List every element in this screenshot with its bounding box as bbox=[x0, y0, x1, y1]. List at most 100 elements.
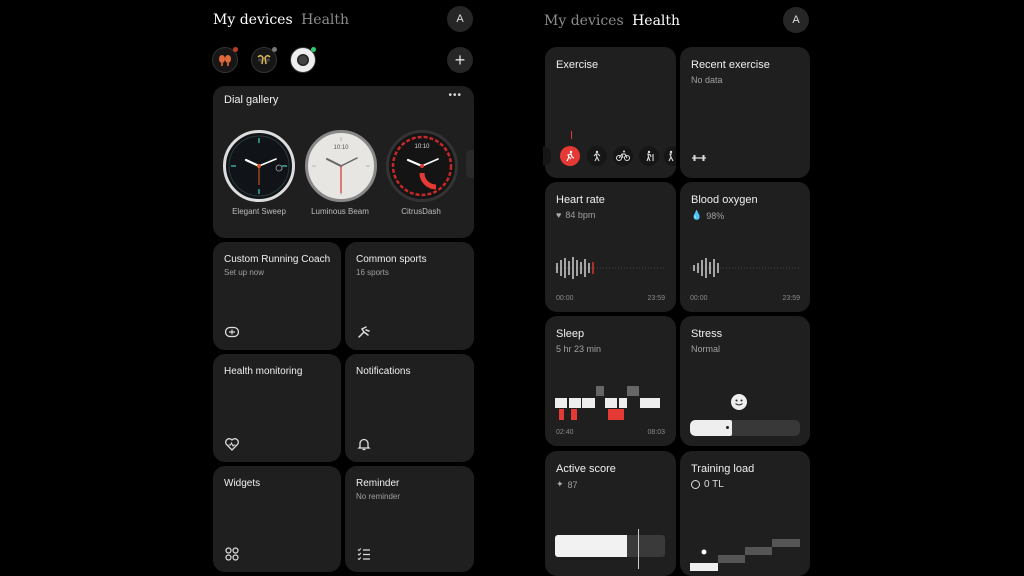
heart-rate-card[interactable]: Heart rate ♥ 84 bpm 00:00 23:59 bbox=[545, 182, 676, 312]
checklist-icon bbox=[357, 548, 370, 561]
sleep-stages-chart bbox=[555, 386, 660, 420]
exercise-walk-button[interactable] bbox=[587, 146, 607, 166]
card-title: Active score bbox=[556, 463, 616, 475]
blood-oxygen-value: 98% bbox=[706, 210, 725, 221]
recent-exercise-card[interactable]: Recent exercise No data bbox=[680, 47, 810, 178]
exercise-run-button[interactable] bbox=[560, 146, 580, 166]
tab-my-devices[interactable]: My devices bbox=[213, 12, 293, 28]
selection-marker bbox=[571, 131, 572, 139]
card-subtitle: 5 hr 23 min bbox=[556, 344, 602, 354]
exercise-cycling-button[interactable] bbox=[613, 146, 633, 166]
dial-label: Elegant Sweep bbox=[232, 207, 286, 216]
card-title: Stress bbox=[691, 328, 723, 340]
card-subtitle: No data bbox=[691, 75, 723, 85]
active-score-value: 87 bbox=[567, 479, 578, 490]
tab-health[interactable]: Health bbox=[301, 12, 349, 28]
tile-notifications[interactable]: Notifications bbox=[345, 354, 474, 462]
earbuds-icon bbox=[219, 55, 231, 66]
running-coach-icon bbox=[224, 326, 240, 338]
dial-luminous-beam[interactable]: 10:10 bbox=[305, 130, 377, 202]
tab-my-devices[interactable]: My devices bbox=[544, 13, 624, 29]
tile-reminder[interactable]: Reminder No reminder bbox=[345, 466, 474, 572]
card-subtitle: Normal bbox=[691, 344, 721, 354]
watch-face-icon bbox=[228, 135, 290, 197]
dial-time: 10:10 bbox=[333, 145, 349, 151]
plus-icon: + bbox=[454, 50, 466, 70]
status-dot bbox=[311, 47, 316, 52]
blood-oxygen-card[interactable]: Blood oxygen 💧 98% 00:00 23:59 bbox=[680, 182, 810, 312]
tile-custom-running-coach[interactable]: Custom Running Coach Set up now bbox=[213, 242, 341, 350]
dial-citrusdash[interactable]: 10:10 bbox=[386, 130, 458, 202]
chart-start-time: 00:00 bbox=[556, 295, 574, 302]
active-score-card[interactable]: Active score ✦ 87 bbox=[545, 451, 676, 576]
stress-level-handle bbox=[725, 426, 729, 429]
heart-icon: ♥ bbox=[556, 210, 562, 220]
chart-start-time: 02:40 bbox=[556, 429, 574, 436]
card-title: Blood oxygen bbox=[691, 194, 758, 206]
card-title: Heart rate bbox=[556, 194, 605, 206]
training-load-value: 0 TL bbox=[704, 479, 724, 490]
dial-label: Luminous Beam bbox=[311, 207, 369, 216]
add-device-button[interactable]: + bbox=[447, 47, 473, 73]
dial-time: 10:10 bbox=[414, 144, 430, 150]
tile-subtitle: 16 sports bbox=[356, 268, 389, 277]
target-line bbox=[638, 529, 639, 569]
bell-icon bbox=[357, 438, 371, 451]
card-title: Training load bbox=[691, 463, 755, 475]
card-subtitle: ♥ 84 bpm bbox=[556, 210, 595, 220]
tile-subtitle: Set up now bbox=[224, 268, 265, 277]
walking-icon bbox=[593, 150, 601, 162]
training-load-card[interactable]: Training load 0 TL bbox=[680, 451, 810, 576]
tile-widgets[interactable]: Widgets bbox=[213, 466, 341, 572]
blood-oxygen-chart bbox=[690, 258, 800, 278]
sports-icon bbox=[358, 326, 370, 338]
stress-level-track bbox=[690, 420, 800, 436]
chart-end-time: 08:03 bbox=[647, 429, 665, 436]
tile-health-monitoring[interactable]: Health monitoring bbox=[213, 354, 341, 462]
status-dot bbox=[233, 47, 238, 52]
chart-end-time: 23:59 bbox=[647, 295, 665, 302]
dial-elegant-sweep[interactable] bbox=[223, 130, 295, 202]
card-subtitle: ✦ 87 bbox=[556, 479, 578, 490]
more-options-icon[interactable]: ••• bbox=[448, 90, 462, 101]
device-watch[interactable] bbox=[290, 47, 316, 73]
watch-face-icon bbox=[312, 137, 370, 195]
stress-card[interactable]: Stress Normal bbox=[680, 316, 810, 446]
card-subtitle: 💧 98% bbox=[691, 210, 724, 221]
running-icon bbox=[566, 150, 575, 162]
tile-subtitle: No reminder bbox=[356, 492, 401, 501]
tab-health[interactable]: Health bbox=[632, 13, 680, 29]
tile-title: Reminder bbox=[356, 478, 400, 489]
status-dot bbox=[272, 47, 277, 52]
hiking-icon bbox=[646, 150, 654, 162]
device-earbuds-dark[interactable] bbox=[251, 47, 277, 73]
dial-label: CitrusDash bbox=[401, 207, 441, 216]
droplet-icon: 💧 bbox=[691, 210, 703, 220]
tile-title: Common sports bbox=[356, 254, 427, 265]
heart-rate-chart bbox=[555, 257, 666, 279]
sleep-card[interactable]: Sleep 5 hr 23 min 02:40 08:03 bbox=[545, 316, 676, 446]
avatar-letter: A bbox=[456, 13, 464, 25]
exercise-hiking-button[interactable] bbox=[639, 146, 659, 166]
active-score-fill bbox=[555, 535, 627, 557]
dial-gallery-title: Dial gallery bbox=[224, 94, 279, 106]
chart-end-time: 23:59 bbox=[782, 295, 800, 302]
training-load-chart bbox=[690, 539, 800, 571]
profile-avatar-button[interactable]: A bbox=[783, 7, 809, 33]
tile-common-sports[interactable]: Common sports 16 sports bbox=[345, 242, 474, 350]
activity-icon: ✦ bbox=[556, 479, 564, 489]
tile-title: Notifications bbox=[356, 366, 411, 377]
heart-rate-value: 84 bpm bbox=[565, 210, 596, 220]
profile-avatar-button[interactable]: A bbox=[447, 6, 473, 32]
card-title: Recent exercise bbox=[691, 59, 770, 71]
tile-title: Custom Running Coach bbox=[224, 254, 331, 265]
device-earbuds-orange[interactable] bbox=[212, 47, 238, 73]
active-score-track bbox=[555, 535, 665, 557]
watch-icon bbox=[297, 54, 309, 66]
next-dial-peek[interactable] bbox=[466, 150, 474, 178]
card-title: Sleep bbox=[556, 328, 585, 340]
walking-icon bbox=[668, 150, 674, 162]
heart-monitor-icon bbox=[225, 438, 239, 451]
card-subtitle: 0 TL bbox=[691, 479, 724, 490]
tile-title: Health monitoring bbox=[224, 366, 303, 377]
